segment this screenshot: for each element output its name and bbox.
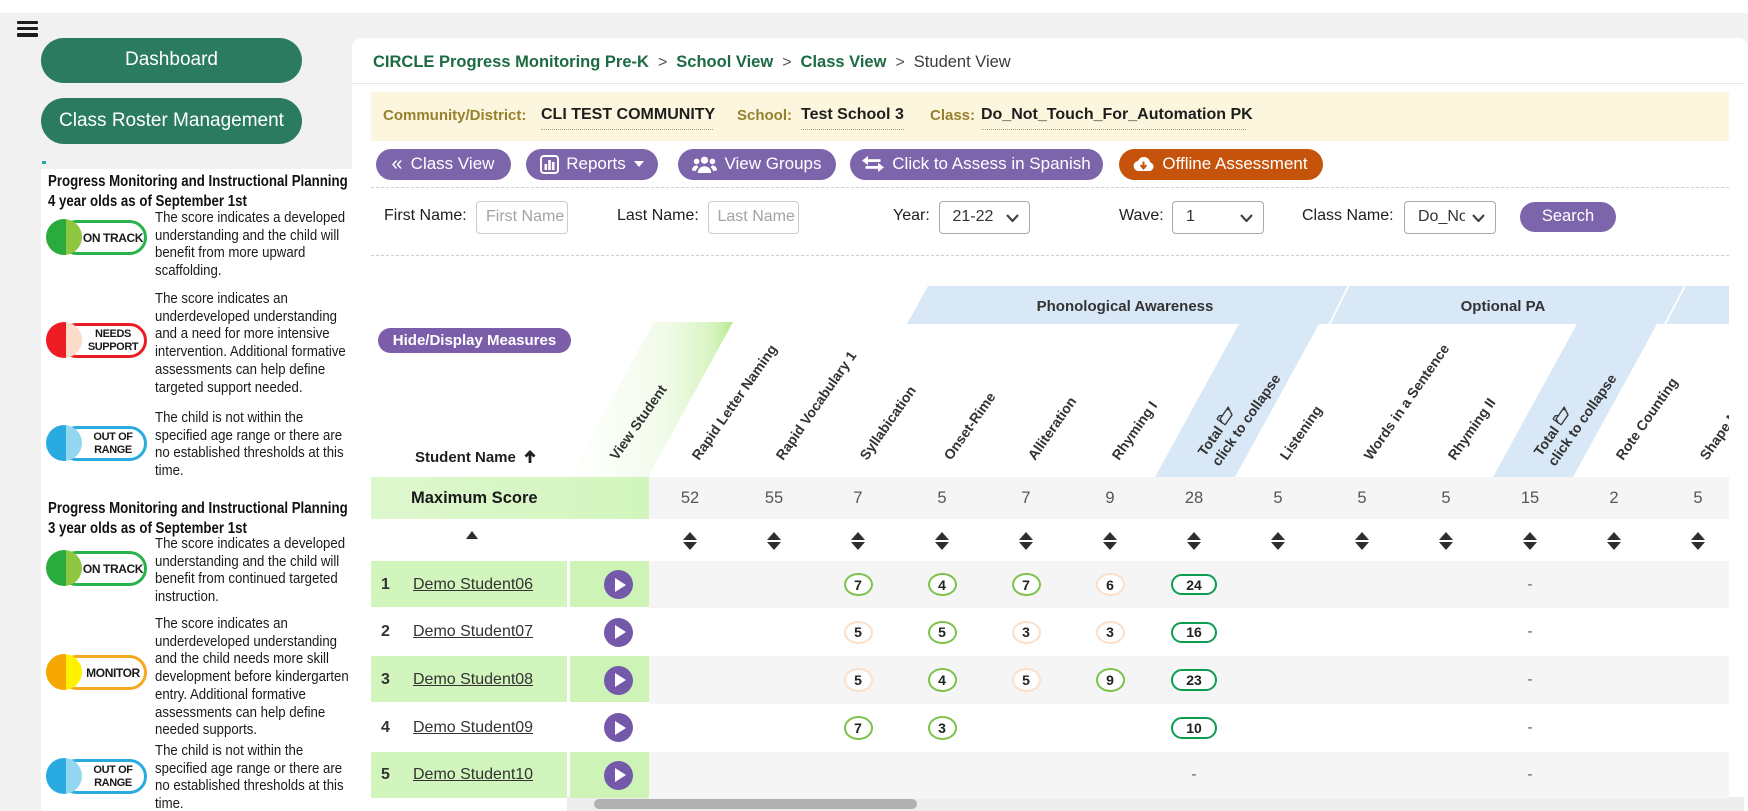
- svg-text:Listening: Listening: [1276, 403, 1325, 463]
- svg-text:Rhyming I: Rhyming I: [1108, 398, 1160, 463]
- svg-text:Words in a Sentence: Words in a Sentence: [1360, 341, 1452, 463]
- svg-text:Rote Counting: Rote Counting: [1612, 375, 1680, 463]
- svg-text:Syllabication: Syllabication: [856, 383, 919, 463]
- svg-text:Rhyming II: Rhyming II: [1444, 395, 1498, 463]
- svg-text:Rapid Vocabulary 1: Rapid Vocabulary 1: [772, 348, 859, 463]
- svg-text:Optional PA: Optional PA: [1461, 298, 1546, 315]
- svg-text:Alliteration: Alliteration: [1024, 394, 1079, 463]
- svg-text:Shape Naming: Shape Naming: [1696, 374, 1729, 463]
- svg-text:Onset-Rime: Onset-Rime: [940, 389, 998, 463]
- svg-text:Phonological Awareness: Phonological Awareness: [1037, 298, 1214, 315]
